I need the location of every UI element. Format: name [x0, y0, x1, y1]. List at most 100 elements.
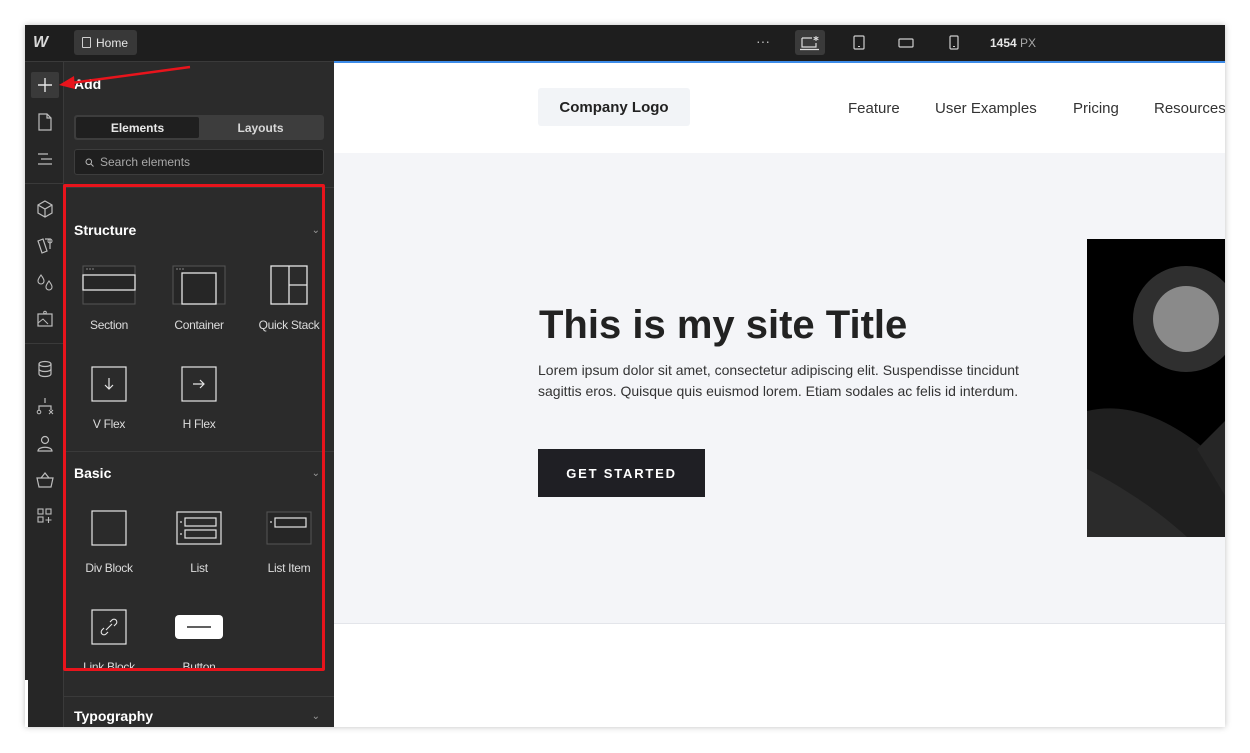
hero-image[interactable]	[1087, 239, 1225, 537]
users-panel-button[interactable]	[32, 430, 58, 456]
tablet-breakpoint-button[interactable]	[844, 30, 874, 55]
search-icon	[85, 158, 94, 167]
add-list-item-tile[interactable]: List Item	[244, 498, 334, 593]
nav-link-feature[interactable]: Feature	[848, 100, 900, 117]
link-block-icon	[64, 597, 154, 657]
pages-panel-button[interactable]	[32, 109, 58, 135]
ecommerce-panel-button[interactable]	[32, 467, 58, 493]
tablet-icon	[853, 34, 865, 50]
tile-label: H Flex	[182, 417, 216, 431]
section-title-typography: Typography	[74, 708, 154, 724]
add-button-tile[interactable]: Button	[154, 597, 244, 692]
tile-label: V Flex	[92, 417, 126, 431]
tile-label: Section	[90, 318, 128, 332]
tile-label: Container	[174, 318, 224, 332]
tile-label: Quick Stack	[258, 318, 320, 332]
cms-icon	[38, 360, 52, 378]
rail-edge	[25, 680, 28, 727]
mobile-landscape-icon	[898, 37, 914, 48]
panel-divider	[64, 696, 334, 697]
rail-divider	[25, 183, 64, 184]
add-div-block-tile[interactable]: Div Block	[64, 498, 154, 593]
container-icon	[154, 255, 244, 315]
panel-title: Add	[74, 76, 102, 92]
mobile-portrait-icon	[949, 34, 959, 50]
button-icon	[154, 597, 244, 657]
add-panel-button[interactable]	[31, 72, 59, 98]
top-bar: W Home ··· 1454 PX	[25, 25, 1225, 62]
chevron-down-icon: ⌄	[311, 467, 320, 479]
users-icon	[37, 435, 53, 452]
tile-label: Div Block	[85, 561, 133, 575]
components-panel-button[interactable]	[32, 196, 58, 222]
page-selector-label: Home	[96, 35, 129, 50]
site-navbar[interactable]: Company Logo Feature User Examples Prici…	[334, 63, 1225, 153]
div-block-icon	[64, 498, 154, 558]
add-v-flex-tile[interactable]: V Flex	[64, 354, 154, 449]
webflow-designer-window: W Home ··· 1454 PX Add Elements Layouts …	[25, 25, 1225, 727]
add-container-tile[interactable]: Container	[154, 255, 244, 350]
hero-title[interactable]: This is my site Title	[539, 303, 907, 348]
canvas-width-readout[interactable]: 1454 PX	[990, 36, 1036, 50]
page-selector-button[interactable]: Home	[74, 30, 138, 55]
style-selectors-panel-button[interactable]	[32, 232, 58, 258]
mobile-portrait-breakpoint-button[interactable]	[939, 30, 969, 55]
page-icon	[82, 37, 91, 48]
tab-elements[interactable]: Elements	[76, 117, 199, 138]
search-elements-input[interactable]	[100, 155, 310, 169]
nav-link-pricing[interactable]: Pricing	[1073, 100, 1119, 117]
add-h-flex-tile[interactable]: H Flex	[154, 354, 244, 449]
hero-section[interactable]: This is my site Title Lorem ipsum dolor …	[334, 153, 1225, 624]
tile-label: Button	[182, 660, 216, 674]
add-list-tile[interactable]: List	[154, 498, 244, 593]
assets-panel-button[interactable]	[32, 306, 58, 332]
add-section-tile[interactable]: Section	[64, 255, 154, 350]
section-title-basic: Basic	[74, 465, 112, 481]
h-flex-icon	[154, 354, 244, 414]
panel-tabs: Elements Layouts	[74, 115, 324, 140]
style-selectors-icon	[37, 238, 53, 254]
section-header-basic[interactable]: Basic ⌄	[74, 463, 324, 483]
logic-icon	[36, 398, 54, 415]
desktop-star-icon	[800, 35, 819, 50]
cms-panel-button[interactable]	[32, 356, 58, 382]
chevron-down-icon: ⌄	[311, 710, 320, 722]
nav-link-resources[interactable]: Resources	[1154, 100, 1225, 117]
rail-divider	[25, 343, 64, 344]
company-logo[interactable]: Company Logo	[538, 88, 690, 126]
add-quick-stack-tile[interactable]: Quick Stack	[244, 255, 334, 350]
search-box	[74, 149, 324, 175]
section-header-typography[interactable]: Typography ⌄	[74, 706, 324, 726]
left-icon-rail	[25, 62, 64, 727]
panel-divider	[64, 451, 334, 452]
section-header-structure[interactable]: Structure ⌄	[74, 220, 324, 240]
logic-panel-button[interactable]	[32, 393, 58, 419]
canvas-width-unit: PX	[1020, 36, 1037, 50]
v-flex-icon	[64, 354, 154, 414]
chevron-down-icon: ⌄	[311, 224, 320, 236]
webflow-logo[interactable]: W	[33, 34, 48, 52]
tile-label: Link Block	[83, 660, 135, 674]
nav-link-user-examples[interactable]: User Examples	[935, 100, 1037, 117]
components-icon	[37, 200, 53, 218]
get-started-button[interactable]: GET STARTED	[538, 449, 705, 497]
list-item-icon	[244, 498, 334, 558]
mobile-landscape-breakpoint-button[interactable]	[891, 30, 921, 55]
tab-layouts[interactable]: Layouts	[199, 117, 322, 138]
panel-divider	[64, 187, 334, 188]
ecommerce-icon	[36, 472, 54, 488]
add-icon	[38, 78, 52, 92]
assets-icon	[37, 310, 53, 327]
add-link-block-tile[interactable]: Link Block	[64, 597, 154, 692]
desktop-breakpoint-button[interactable]	[795, 30, 825, 55]
design-canvas[interactable]: Company Logo Feature User Examples Prici…	[334, 63, 1225, 727]
variables-panel-button[interactable]	[32, 269, 58, 295]
apps-panel-button[interactable]	[32, 503, 58, 529]
more-options-button[interactable]: ···	[756, 33, 770, 49]
variables-icon	[37, 274, 53, 291]
hero-paragraph[interactable]: Lorem ipsum dolor sit amet, consectetur …	[538, 360, 1028, 402]
navigator-panel-button[interactable]	[32, 146, 58, 172]
add-elements-panel: Add Elements Layouts Structure ⌄ Section…	[64, 62, 334, 727]
canvas-width-value: 1454	[990, 36, 1017, 50]
quick-stack-icon	[244, 255, 334, 315]
